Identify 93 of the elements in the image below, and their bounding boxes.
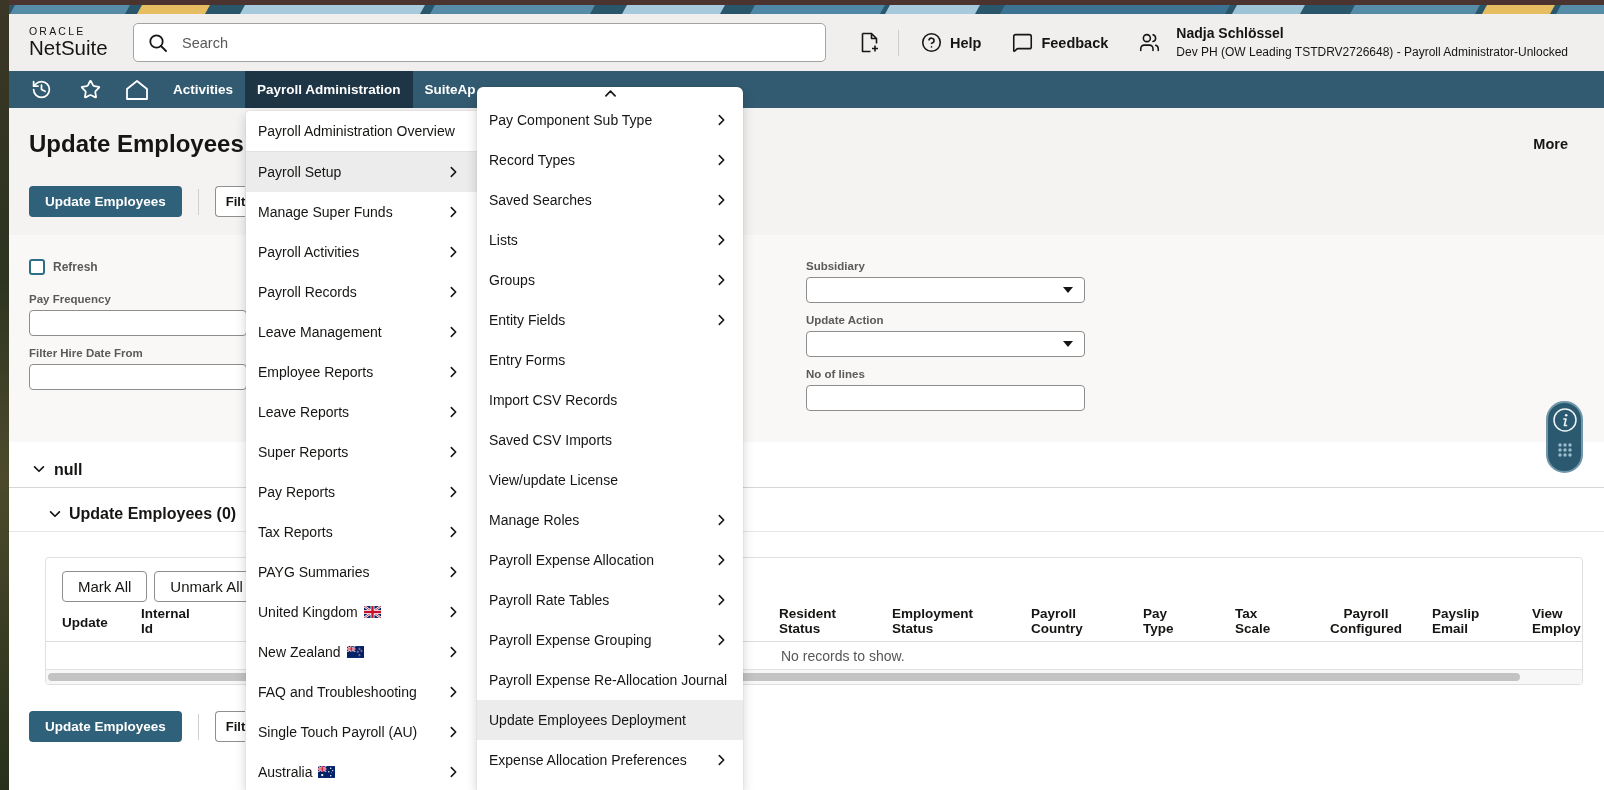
account-role: Dev PH (OW Leading TSTDRV2726648) - Payroll Administrator-Unlocked	[1176, 45, 1569, 60]
secondary-button[interactable]: Filt	[214, 711, 246, 742]
menu-item[interactable]: Entity Fields	[477, 300, 743, 340]
menu-item[interactable]: Update Employees Deployment	[477, 700, 743, 740]
feedback-button[interactable]: Feedback	[1012, 32, 1109, 53]
logo-brand-text: ORACLE	[29, 26, 86, 37]
search-icon	[149, 34, 167, 52]
menu-item[interactable]: Australia	[246, 752, 477, 790]
nav-tab[interactable]: Payroll Administration	[245, 71, 413, 108]
column-header: Payroll Configured	[1330, 606, 1402, 636]
select-field[interactable]	[806, 277, 1085, 303]
new-document-icon[interactable]	[861, 32, 879, 53]
caret-down-icon	[1063, 287, 1073, 293]
primary-button[interactable]: Update Employees	[29, 186, 182, 217]
menu-item[interactable]: Manage Super Funds	[246, 192, 477, 232]
menu-item[interactable]: Saved CSV Imports	[477, 420, 743, 460]
home-icon[interactable]	[126, 79, 148, 100]
menu-item[interactable]: Tax Reports	[246, 512, 477, 552]
menu-item[interactable]: Payroll Records	[246, 272, 477, 312]
flag-icon	[363, 606, 381, 618]
field-label: Update Action	[806, 313, 885, 327]
menu-item[interactable]: View/update License	[477, 460, 743, 500]
menu-item[interactable]: Record Types	[477, 140, 743, 180]
star-icon[interactable]	[80, 79, 101, 100]
flag-icon	[318, 766, 336, 778]
empty-table-message: No records to show.	[781, 647, 905, 664]
speech-bubble-icon	[1012, 32, 1034, 53]
history-icon[interactable]	[31, 79, 52, 100]
menu-item[interactable]: Payroll Activities	[246, 232, 477, 272]
menu-item[interactable]: Manage Roles	[477, 500, 743, 540]
menu-item[interactable]: Payroll Setup	[246, 152, 477, 192]
menu-item[interactable]: Payroll Expense Allocation	[477, 540, 743, 580]
primary-button[interactable]: Update Employees	[29, 711, 182, 742]
column-header: View Employ	[1532, 606, 1581, 636]
checkbox-label: Refresh	[53, 259, 98, 275]
column-header: Payslip Email	[1432, 606, 1480, 636]
field-label: Filter Hire Date From	[29, 346, 144, 360]
sublist-button[interactable]: Mark All	[62, 571, 148, 602]
menu-item[interactable]: Lists	[477, 220, 743, 260]
column-header: Internal Id	[141, 606, 190, 636]
menu-item[interactable]: FAQ and Troubleshooting	[246, 672, 477, 712]
menu-item[interactable]: Leave Reports	[246, 392, 477, 432]
menu-item[interactable]: Single Touch Payroll (AU)	[246, 712, 477, 752]
menu-item[interactable]: Super Reports	[246, 432, 477, 472]
menu-item[interactable]: Pay Component Sub Type	[477, 100, 743, 140]
menu-item[interactable]: Leave Management	[246, 312, 477, 352]
text-field[interactable]	[806, 385, 1085, 411]
secondary-button[interactable]: Filt	[214, 186, 246, 217]
column-header: Pay Type	[1143, 606, 1174, 636]
menu-item[interactable]: PAYG Summaries	[246, 552, 477, 592]
chevron-up-icon[interactable]	[604, 90, 616, 97]
info-icon[interactable]	[1552, 408, 1577, 432]
menu-item[interactable]: Payroll Rate Tables	[477, 580, 743, 620]
nav-tab[interactable]: Activities	[161, 71, 246, 108]
menu-item[interactable]: New Zealand	[246, 632, 477, 672]
section-title: null	[54, 460, 83, 479]
menu-item[interactable]: Employee Reports	[246, 352, 477, 392]
chevron-down-icon[interactable]	[33, 466, 45, 473]
menu-item[interactable]: Payroll Expense Re-Allocation Journal	[477, 660, 743, 700]
menu-item[interactable]: Import CSV Records	[477, 380, 743, 420]
menu-item[interactable]: Payroll Administration Overview	[246, 111, 477, 151]
menu-item[interactable]: Entry Forms	[477, 340, 743, 380]
column-header: Payroll Country	[1031, 606, 1083, 636]
user-name: Nadja Schlössel	[1176, 25, 1285, 42]
page-title: Update Employees	[29, 130, 244, 158]
logo-product-text: NetSuite	[29, 37, 108, 59]
checkbox[interactable]	[29, 259, 45, 275]
caret-down-icon	[1063, 341, 1073, 347]
users-icon[interactable]	[1139, 32, 1161, 53]
chevron-down-icon[interactable]	[49, 510, 61, 518]
column-header: Update	[62, 614, 108, 630]
menu-item[interactable]: Saved Searches	[477, 180, 743, 220]
more-button[interactable]: More	[1533, 136, 1568, 152]
column-header: Tax Scale	[1235, 606, 1271, 636]
column-header: Resident Status	[779, 606, 836, 636]
section-title: Update Employees (0)	[69, 505, 237, 523]
help-button[interactable]: Help	[921, 32, 982, 53]
menu-item[interactable]: Groups	[477, 260, 743, 300]
field-label: Subsidiary	[806, 259, 866, 273]
select-field[interactable]	[806, 331, 1085, 357]
help-icon	[921, 32, 942, 53]
text-field[interactable]	[29, 310, 247, 336]
flag-icon	[346, 646, 364, 658]
search-field[interactable]: Search	[133, 23, 826, 62]
column-header: Employment Status	[892, 606, 973, 636]
menu-item[interactable]: Pay Reports	[246, 472, 477, 512]
field-label: Pay Frequency	[29, 292, 112, 306]
menu-item[interactable]: Expense Allocation Preferences	[477, 740, 743, 780]
dots-grid-icon[interactable]	[1557, 443, 1572, 457]
menu-item[interactable]: Payroll Expense Grouping	[477, 620, 743, 660]
field-label: No of lines	[806, 367, 866, 381]
menu-item[interactable]: United Kingdom	[246, 592, 477, 632]
text-field[interactable]	[29, 364, 247, 390]
